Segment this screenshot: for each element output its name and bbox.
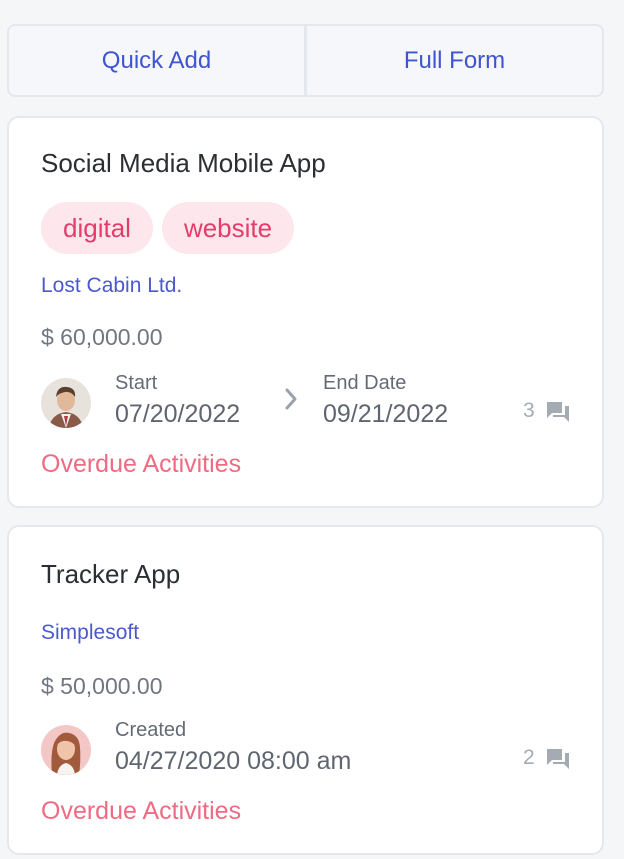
deal-card[interactable]: Social Media Mobile App digital website … [7,116,604,508]
comment-count: 2 [523,746,535,769]
card-title: Social Media Mobile App [41,148,326,178]
full-form-button[interactable]: Full Form [307,26,602,95]
overdue-activities-link[interactable]: Overdue Activities [41,450,241,479]
start-label: Start [115,372,158,394]
comment-count: 3 [523,399,535,422]
end-date-label: End Date [323,372,407,394]
comment-icon[interactable] [545,747,571,776]
tag-list: digital website [41,202,295,254]
quick-add-button[interactable]: Quick Add [9,26,304,95]
deal-card[interactable]: Tracker App Simplesoft $ 50,000.00 Creat… [7,525,604,855]
man-in-suit-avatar-icon [41,378,91,428]
overdue-activities-link[interactable]: Overdue Activities [41,797,241,826]
chevron-right-icon [283,386,299,417]
avatar[interactable] [41,725,91,775]
created-date: 04/27/2020 08:00 am [115,747,352,775]
end-date: 09/21/2022 [323,400,449,428]
start-date: 07/20/2022 [115,400,241,428]
form-mode-toggle: Quick Add Full Form [7,24,604,97]
company-link[interactable]: Lost Cabin Ltd. [41,274,182,298]
tag-digital[interactable]: digital [41,202,153,254]
card-title: Tracker App [41,559,181,589]
comment-icon[interactable] [545,400,571,429]
deal-amount: $ 50,000.00 [41,673,163,699]
created-label: Created [115,719,187,741]
deal-amount: $ 60,000.00 [41,324,163,350]
woman-avatar-icon [41,725,91,775]
tag-website[interactable]: website [161,202,295,254]
avatar[interactable] [41,378,91,428]
company-link[interactable]: Simplesoft [41,621,139,645]
